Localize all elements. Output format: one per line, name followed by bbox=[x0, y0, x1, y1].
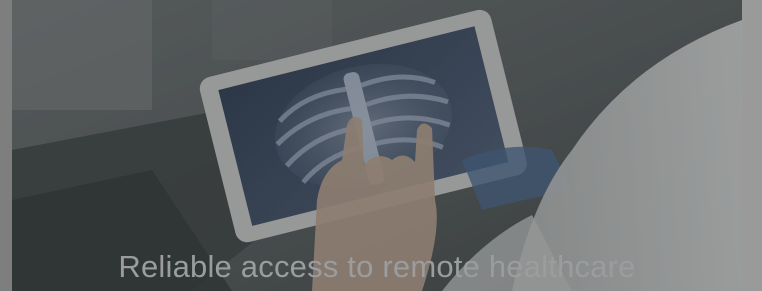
banner-frame: Reliable access to remote healthcare bbox=[0, 0, 762, 291]
hero-image bbox=[12, 0, 742, 291]
left-border bbox=[0, 0, 12, 291]
right-border bbox=[742, 0, 762, 291]
hero-caption: Reliable access to remote healthcare bbox=[118, 249, 636, 284]
hero-banner: Reliable access to remote healthcare bbox=[12, 0, 742, 291]
image-dim-overlay bbox=[12, 0, 742, 291]
